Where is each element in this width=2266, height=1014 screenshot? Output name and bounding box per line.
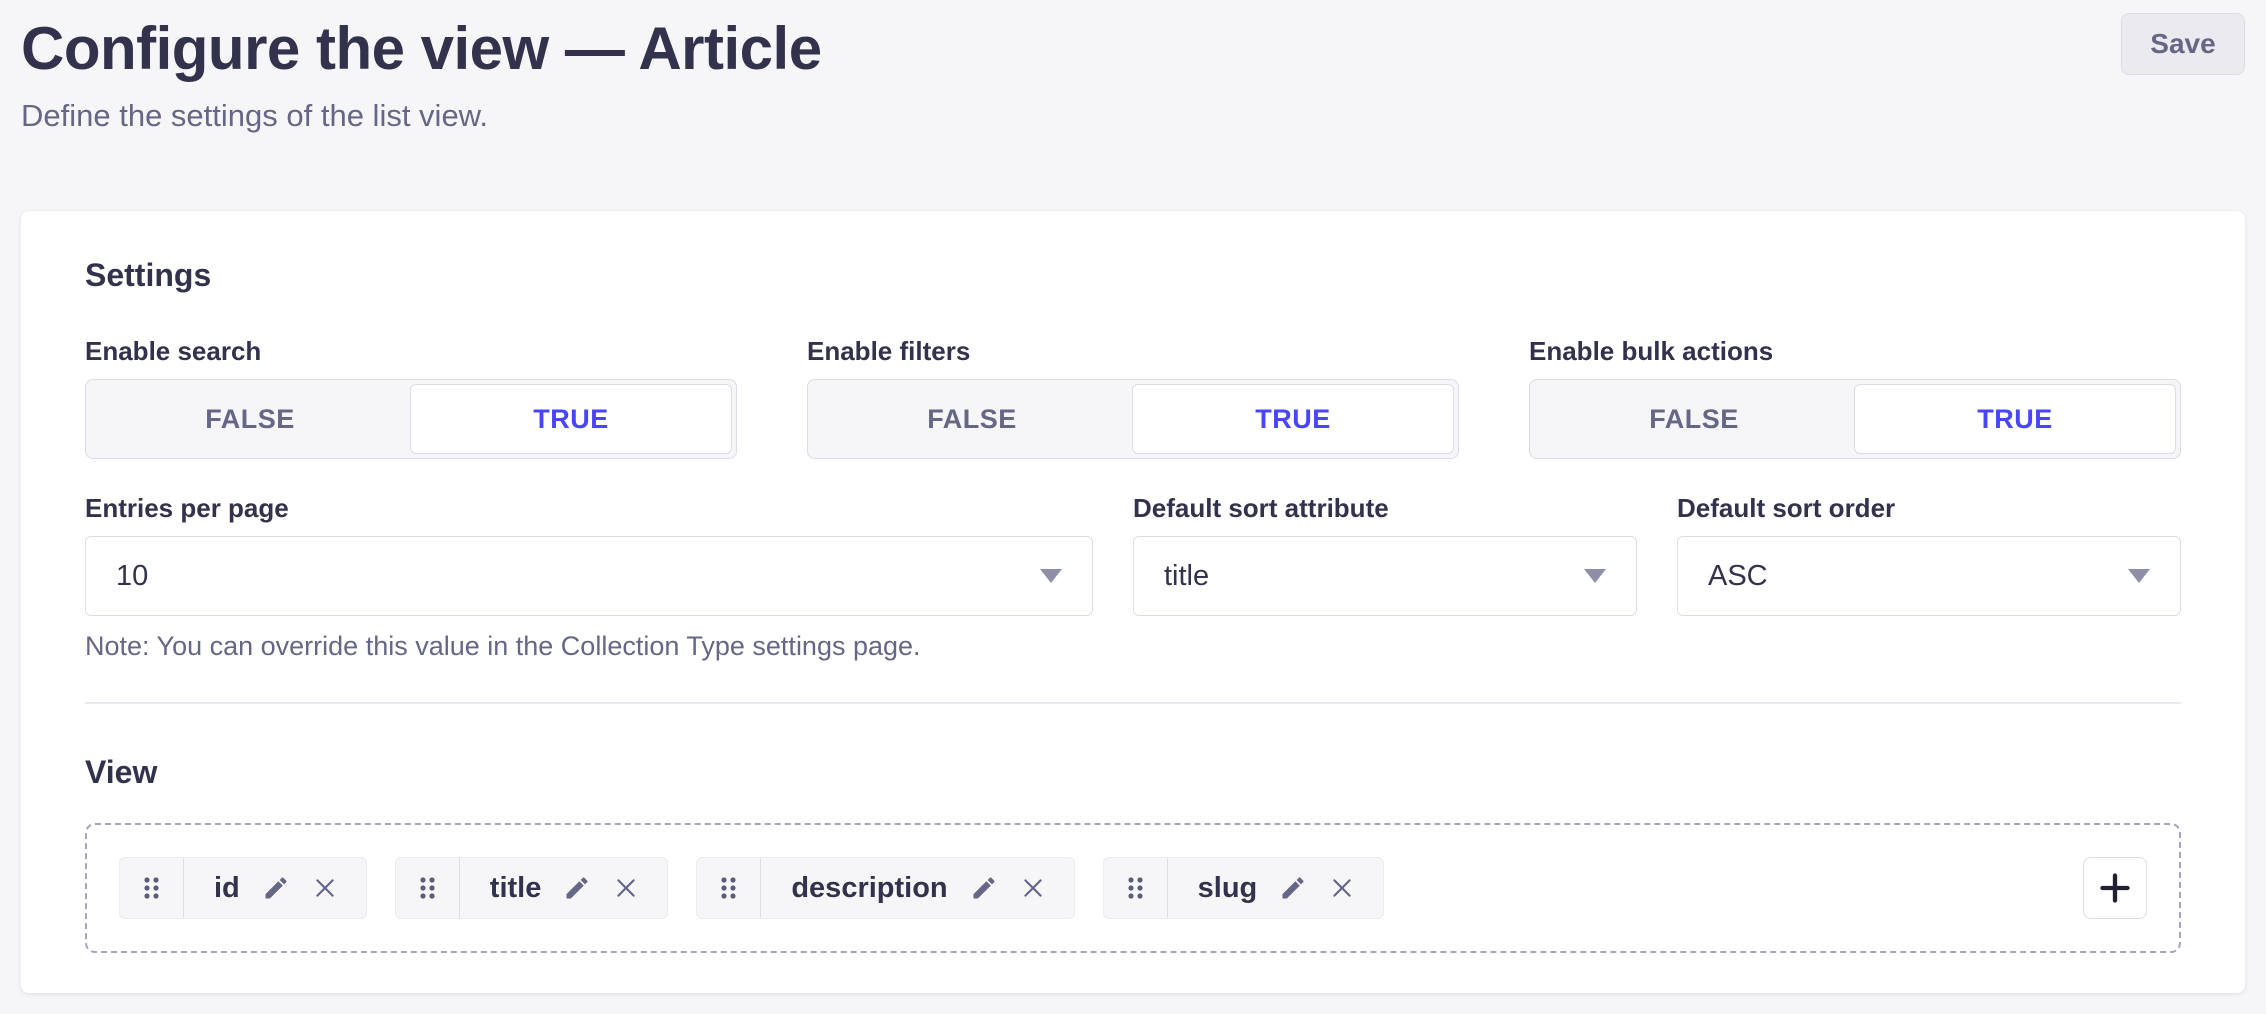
pencil-icon (262, 874, 290, 902)
edit-field-button[interactable] (262, 874, 290, 902)
toggles-row: Enable search FALSE TRUE Enable filters … (85, 336, 2181, 459)
default-sort-attribute-label: Default sort attribute (1133, 493, 1637, 524)
section-divider (85, 702, 2181, 704)
field-pill-label: slug (1198, 872, 1258, 905)
chevron-down-icon (1584, 569, 1606, 583)
settings-card: Settings Enable search FALSE TRUE Enable… (21, 211, 2245, 993)
close-icon (1329, 875, 1355, 901)
enable-bulk-actions-label: Enable bulk actions (1529, 336, 2181, 367)
default-sort-order-field: Default sort order ASC (1677, 493, 2181, 662)
plus-icon (2095, 868, 2135, 908)
enable-search-field: Enable search FALSE TRUE (85, 336, 737, 459)
default-sort-order-select[interactable]: ASC (1677, 536, 2181, 616)
enable-bulk-actions-field: Enable bulk actions FALSE TRUE (1529, 336, 2181, 459)
field-pill-title[interactable]: title (395, 857, 669, 919)
field-pill-id[interactable]: id (119, 857, 367, 919)
edit-field-button[interactable] (970, 874, 998, 902)
remove-field-button[interactable] (312, 875, 338, 901)
page-title: Configure the view — Article (21, 16, 2245, 82)
view-fields-dropzone: id title (85, 823, 2181, 953)
selects-row: Entries per page 10 Note: You can overri… (85, 493, 2181, 662)
enable-bulk-actions-false-option[interactable]: FALSE (1534, 384, 1854, 454)
drag-handle-icon[interactable] (1104, 858, 1168, 918)
edit-field-button[interactable] (563, 874, 591, 902)
enable-filters-field: Enable filters FALSE TRUE (807, 336, 1459, 459)
drag-handle-icon[interactable] (396, 858, 460, 918)
field-pill-label: id (214, 872, 240, 905)
enable-search-false-option[interactable]: FALSE (90, 384, 410, 454)
default-sort-attribute-field: Default sort attribute title (1133, 493, 1637, 662)
view-section-heading: View (85, 754, 2181, 791)
remove-field-button[interactable] (1329, 875, 1355, 901)
add-field-button[interactable] (2083, 857, 2147, 919)
default-sort-attribute-value: title (1164, 560, 1209, 593)
enable-bulk-actions-toggle[interactable]: FALSE TRUE (1529, 379, 2181, 459)
edit-field-button[interactable] (1279, 874, 1307, 902)
settings-section-heading: Settings (85, 257, 2181, 294)
page-header: Configure the view — Article Define the … (0, 0, 2266, 211)
default-sort-attribute-select[interactable]: title (1133, 536, 1637, 616)
entries-per-page-select[interactable]: 10 (85, 536, 1093, 616)
enable-search-toggle[interactable]: FALSE TRUE (85, 379, 737, 459)
close-icon (613, 875, 639, 901)
entries-per-page-field: Entries per page 10 Note: You can overri… (85, 493, 1093, 662)
pencil-icon (970, 874, 998, 902)
chevron-down-icon (1040, 569, 1062, 583)
chevron-down-icon (2128, 569, 2150, 583)
entries-per-page-value: 10 (116, 560, 148, 593)
entries-per-page-hint: Note: You can override this value in the… (85, 631, 1093, 662)
drag-handle-icon[interactable] (120, 858, 184, 918)
pencil-icon (1279, 874, 1307, 902)
field-pill-label: description (791, 872, 947, 905)
page-subtitle: Define the settings of the list view. (21, 98, 2245, 134)
entries-per-page-label: Entries per page (85, 493, 1093, 524)
pencil-icon (563, 874, 591, 902)
default-sort-order-value: ASC (1708, 560, 1768, 593)
drag-handle-icon[interactable] (697, 858, 761, 918)
enable-filters-true-option[interactable]: TRUE (1132, 384, 1454, 454)
enable-filters-label: Enable filters (807, 336, 1459, 367)
close-icon (312, 875, 338, 901)
save-button[interactable]: Save (2121, 13, 2245, 75)
remove-field-button[interactable] (613, 875, 639, 901)
field-pill-description[interactable]: description (696, 857, 1074, 919)
enable-filters-toggle[interactable]: FALSE TRUE (807, 379, 1459, 459)
default-sort-order-label: Default sort order (1677, 493, 2181, 524)
close-icon (1020, 875, 1046, 901)
enable-bulk-actions-true-option[interactable]: TRUE (1854, 384, 2176, 454)
enable-filters-false-option[interactable]: FALSE (812, 384, 1132, 454)
field-pill-label: title (490, 872, 542, 905)
remove-field-button[interactable] (1020, 875, 1046, 901)
field-pill-slug[interactable]: slug (1103, 857, 1385, 919)
enable-search-label: Enable search (85, 336, 737, 367)
enable-search-true-option[interactable]: TRUE (410, 384, 732, 454)
